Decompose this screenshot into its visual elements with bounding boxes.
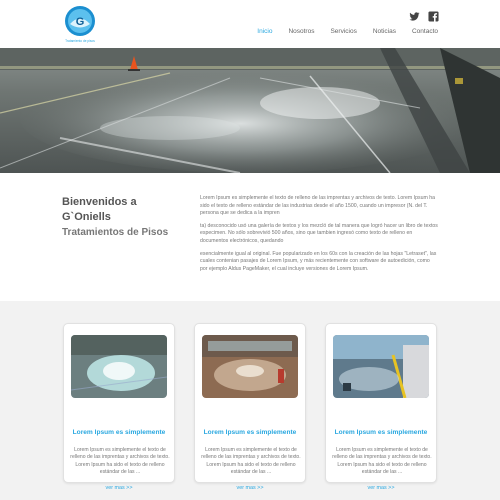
nav-noticias[interactable]: Noticias [373, 28, 396, 35]
card-title: Lorem Ipsum es simplemente [203, 429, 297, 436]
service-card: Lorem Ipsum es simplemente Lorem Ipsum e… [325, 323, 437, 491]
welcome-section: Bienvenidos a G`Oniells Tratamientos de … [0, 173, 500, 301]
nav-servicios[interactable]: Servicios [330, 28, 356, 35]
facebook-icon[interactable] [428, 9, 439, 22]
welcome-title-company: G`Oniells [62, 211, 111, 223]
welcome-title-line1: Bienvenidos a [62, 196, 137, 208]
company-logo[interactable]: G Tratamiento de pisos [61, 4, 99, 44]
card-image [202, 335, 298, 398]
welcome-paragraph: ta) desconocido usó una galería de texto… [200, 222, 438, 244]
welcome-paragraph: Lorem Ipsum es simplemente el texto de r… [200, 195, 435, 217]
read-more-link[interactable]: ver mas >> [195, 485, 305, 491]
twitter-icon[interactable] [409, 9, 420, 21]
read-more-link[interactable]: ver mas >> [326, 485, 436, 491]
card-text: Lorem Ipsum es simplemente el texto de r… [332, 447, 432, 476]
logo-caption: Tratamiento de pisos [65, 39, 95, 43]
card-text: Lorem Ipsum es simplemente el texto de r… [70, 447, 170, 476]
welcome-heading: Bienvenidos a G`Oniells Tratamientos de … [62, 195, 192, 240]
welcome-subtitle: Tratamientos de Pisos [62, 227, 169, 238]
card-image [333, 335, 429, 398]
site-header: G Tratamiento de pisos Inicio Nosotros S… [0, 0, 500, 48]
service-card: Lorem Ipsum es simplemente Lorem Ipsum e… [194, 323, 306, 491]
welcome-body: Lorem Ipsum es simplemente el texto de r… [200, 195, 438, 278]
read-more-link[interactable]: ver mas >> [64, 485, 174, 491]
card-image [71, 335, 167, 398]
welcome-paragraph: esencialmente igual al original. Fue pop… [200, 250, 437, 272]
card-title: Lorem Ipsum es simplemente [72, 429, 166, 436]
nav-nosotros[interactable]: Nosotros [288, 28, 314, 35]
card-text: Lorem Ipsum es simplemente el texto de r… [201, 447, 301, 476]
svg-text:G: G [76, 16, 85, 28]
nav-contacto[interactable]: Contacto [412, 28, 438, 35]
card-title: Lorem Ipsum es simplemente [334, 429, 428, 436]
hero-banner-image [0, 48, 500, 173]
service-card: Lorem Ipsum es simplemente Lorem Ipsum e… [63, 323, 175, 491]
social-links [409, 9, 439, 22]
nav-inicio[interactable]: Inicio [257, 28, 272, 35]
services-section: Lorem Ipsum es simplemente Lorem Ipsum e… [0, 301, 500, 500]
main-nav: Inicio Nosotros Servicios Noticias Conta… [241, 28, 438, 35]
